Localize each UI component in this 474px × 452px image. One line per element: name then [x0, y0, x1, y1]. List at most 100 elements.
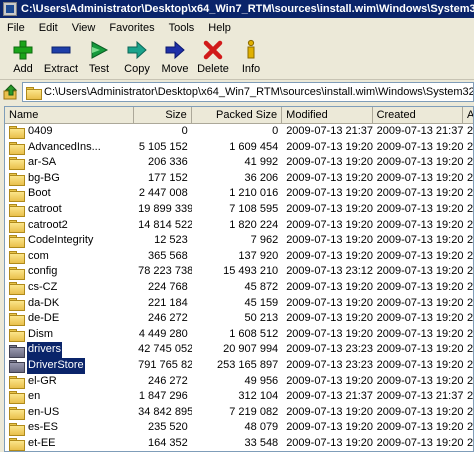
created-cell: 2009-07-13 19:20 — [376, 140, 463, 153]
file-list[interactable]: Name Size Packed Size Modified Created A… — [4, 106, 474, 452]
file-name: catroot2 — [28, 218, 68, 231]
table-row[interactable]: da-DK 221 184 45 159 2009-07-13 19:20 2009-0… — [5, 296, 473, 312]
accessed-cell: 2 — [467, 327, 473, 340]
table-row[interactable]: Dism 4 449 280 1 608 512 2009-07-13 19:20 20… — [5, 327, 473, 343]
folder-icon — [9, 406, 25, 420]
file-name: catroot — [28, 202, 62, 215]
created-cell: 2009-07-13 19:20 — [376, 156, 463, 169]
created-cell: 2009-07-13 19:20 — [376, 280, 463, 293]
menu-help[interactable]: Help — [201, 19, 238, 37]
modified-cell: 2009-07-13 23:23 — [286, 358, 373, 371]
address-input[interactable]: C:\Users\Administrator\Desktop\x64_Win7_… — [22, 82, 474, 102]
copy-label: Copy — [124, 63, 150, 75]
column-accessed[interactable]: A — [463, 107, 473, 124]
modified-cell: 2009-07-13 19:20 — [286, 327, 373, 340]
accessed-cell: 2 — [467, 358, 473, 371]
packed-size-cell: 45 872 — [244, 280, 279, 293]
file-name: en — [28, 390, 41, 403]
column-modified[interactable]: Modified — [282, 107, 373, 124]
size-cell: 206 336 — [148, 156, 188, 169]
name-cell: 0409 — [5, 124, 134, 140]
size-cell: 246 272 — [148, 374, 188, 387]
menu-favorites[interactable]: Favorites — [102, 19, 161, 37]
accessed-cell: 2 — [467, 374, 473, 387]
menu-edit[interactable]: Edit — [32, 19, 65, 37]
packed-size-cell: 1 210 016 — [229, 187, 279, 200]
table-row[interactable]: bg-BG 177 152 36 206 2009-07-13 19:20 2009-0… — [5, 171, 473, 187]
table-row[interactable]: en-US 34 842 895 7 219 082 2009-07-13 19:20… — [5, 405, 473, 421]
table-row[interactable]: de-DE 246 272 50 213 2009-07-13 19:20 2009-0… — [5, 311, 473, 327]
copy-button[interactable]: Copy — [118, 38, 156, 78]
folder-icon — [9, 360, 25, 374]
created-cell: 2009-07-13 19:20 — [376, 249, 463, 262]
column-size[interactable]: Size — [134, 107, 192, 124]
test-button[interactable]: Test — [80, 38, 118, 78]
file-name: Dism — [28, 327, 54, 340]
table-row[interactable]: cs-CZ 224 768 45 872 2009-07-13 19:20 2009-0… — [5, 280, 473, 296]
table-row[interactable]: AdvancedIns... 5 105 152 1 609 454 2009-07-… — [5, 140, 473, 156]
up-folder-button[interactable] — [0, 82, 22, 102]
copy-icon — [127, 40, 147, 60]
name-cell: drivers — [5, 342, 134, 358]
file-name: en-US — [28, 405, 60, 418]
folder-icon — [9, 251, 25, 265]
file-name: ar-SA — [28, 156, 57, 169]
accessed-cell: 2 — [467, 234, 473, 247]
table-row[interactable]: catroot 19 899 339 7 108 595 2009-07-13 19:… — [5, 202, 473, 218]
accessed-cell: 2 — [467, 390, 473, 403]
accessed-cell: 2 — [467, 140, 473, 153]
folder-icon — [9, 297, 25, 311]
created-cell: 2009-07-13 19:20 — [376, 421, 463, 434]
delete-button[interactable]: Delete — [194, 38, 232, 78]
file-name: config — [28, 265, 58, 278]
packed-size-cell: 15 493 210 — [223, 265, 279, 278]
created-cell: 2009-07-13 19:20 — [376, 312, 463, 325]
menu-view[interactable]: View — [65, 19, 103, 37]
info-icon — [247, 39, 255, 59]
name-cell: et-EE — [5, 436, 134, 451]
table-row[interactable]: drivers 42 745 052 20 907 994 2009-07-13 23… — [5, 342, 473, 358]
accessed-cell: 2 — [467, 249, 473, 262]
menu-tools[interactable]: Tools — [162, 19, 202, 37]
table-row[interactable]: config 78 223 738 15 493 210 2009-07-13 23:… — [5, 264, 473, 280]
table-row[interactable]: el-GR 246 272 49 956 2009-07-13 19:20 2009-0… — [5, 374, 473, 390]
add-button[interactable]: Add — [4, 38, 42, 78]
extract-button[interactable]: Extract — [42, 38, 80, 78]
folder-icon — [9, 266, 25, 280]
packed-size-cell: 7 108 595 — [229, 202, 279, 215]
modified-cell: 2009-07-13 19:20 — [286, 171, 373, 184]
table-row[interactable]: es-ES 235 520 48 079 2009-07-13 19:20 2009-0… — [5, 420, 473, 436]
move-label: Move — [161, 63, 189, 75]
column-name[interactable]: Name — [5, 107, 135, 124]
move-button[interactable]: Move — [156, 38, 194, 78]
info-button[interactable]: Info — [232, 38, 270, 78]
column-packed-size[interactable]: Packed Size — [192, 107, 283, 124]
accessed-cell: 2 — [467, 125, 473, 137]
menu-file[interactable]: File — [0, 19, 32, 37]
accessed-cell: 2 — [467, 187, 473, 200]
table-row[interactable]: com 365 568 137 920 2009-07-13 19:20 2009-07… — [5, 249, 473, 265]
table-row[interactable]: CodeIntegrity 12 523 7 962 2009-07-13 19:20… — [5, 233, 473, 249]
table-row[interactable]: 0409 0 0 2009-07-13 21:37 2009-07-13 21:37 2 — [5, 124, 473, 140]
test-label: Test — [88, 63, 110, 75]
modified-cell: 2009-07-13 21:37 — [286, 390, 373, 403]
column-created[interactable]: Created — [373, 107, 463, 124]
name-cell: Boot — [5, 186, 134, 202]
folder-icon — [9, 313, 25, 327]
table-row[interactable]: DriverStore 791 765 826 253 165 897 2009-07… — [5, 357, 473, 374]
size-cell: 2 447 008 — [138, 187, 188, 200]
packed-size-cell: 1 820 224 — [229, 218, 279, 231]
created-cell: 2009-07-13 19:20 — [376, 405, 463, 418]
file-name: es-ES — [28, 421, 58, 434]
table-row[interactable]: Boot 2 447 008 1 210 016 2009-07-13 19:20 20… — [5, 186, 473, 202]
created-cell: 2009-07-13 19:20 — [376, 202, 463, 215]
table-row[interactable]: et-EE 164 352 33 548 2009-07-13 19:20 2009-0… — [5, 436, 473, 451]
file-name: Boot — [28, 187, 51, 200]
table-row[interactable]: en 1 847 296 312 104 2009-07-13 21:37 2009-0… — [5, 389, 473, 405]
table-row[interactable]: catroot2 14 814 522 1 820 224 2009-07-13 19… — [5, 218, 473, 234]
size-cell: 365 568 — [148, 249, 188, 262]
folder-icon — [9, 126, 25, 140]
window-title: C:\Users\Administrator\Desktop\x64_Win7_… — [21, 3, 474, 15]
folder-icon — [9, 344, 25, 358]
table-row[interactable]: ar-SA 206 336 41 992 2009-07-13 19:20 2009-0… — [5, 155, 473, 171]
